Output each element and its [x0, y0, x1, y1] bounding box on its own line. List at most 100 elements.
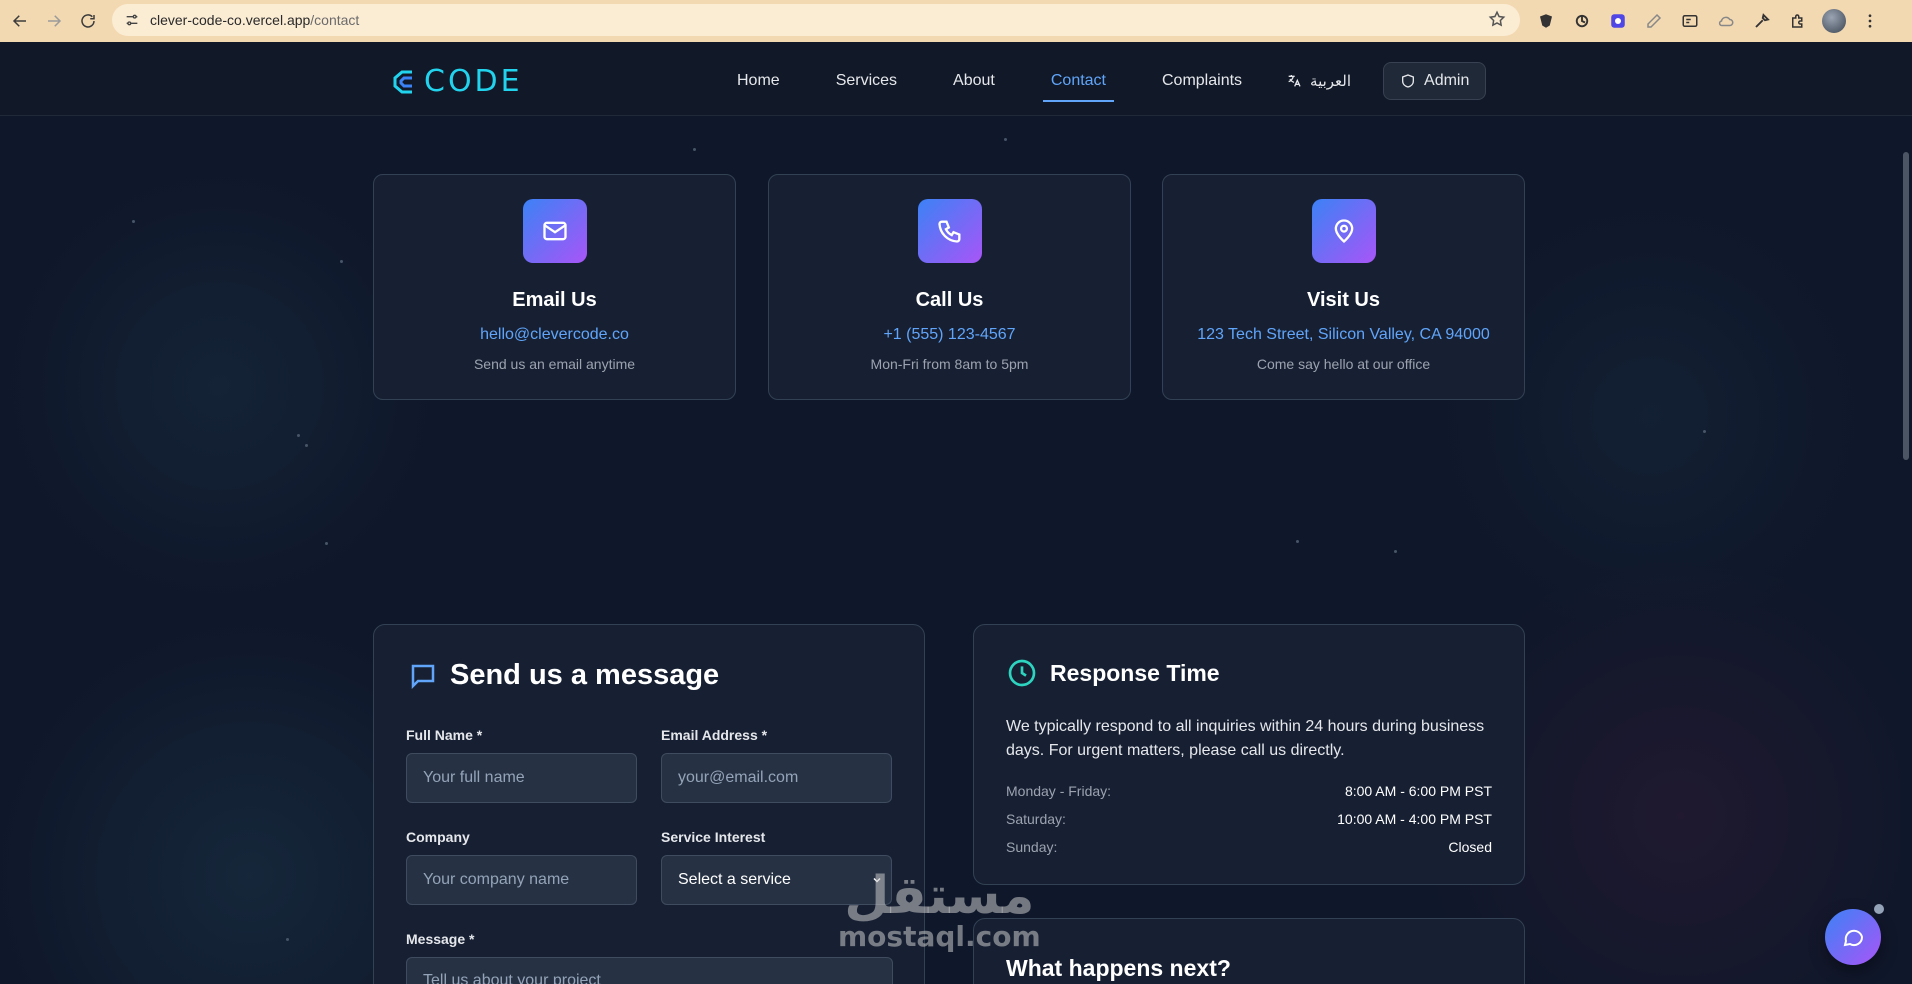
hours-time: Closed [1448, 839, 1492, 855]
email-card: Email Us hello@clevercode.co Send us an … [373, 174, 736, 400]
form-header: Send us a message [408, 659, 719, 692]
phone-card-title: Call Us [915, 289, 984, 311]
address-bar[interactable]: clever-code-co.vercel.app/contact [112, 4, 1520, 36]
hours-day: Monday - Friday: [1006, 783, 1112, 799]
mail-icon [522, 199, 587, 263]
full-name-field: Full Name * Your full name [406, 727, 637, 803]
service-label: Service Interest [661, 829, 766, 845]
star-dot [1703, 430, 1706, 433]
extensions-bar [1534, 6, 1882, 36]
watermark-latin: mostaql.com [838, 920, 1041, 953]
url-text: clever-code-co.vercel.app/contact [150, 12, 359, 28]
main-nav: Home Services About Contact Complaints ا… [725, 62, 1487, 102]
phone-card-subtitle: Mon-Fri from 8am to 5pm [870, 356, 1029, 372]
extensions-puzzle-icon[interactable] [1786, 9, 1810, 33]
star-dot [340, 260, 343, 263]
star-dot [286, 938, 289, 941]
site-header: CODE Home Services About Contact Complai… [0, 42, 1912, 116]
eyedropper-icon[interactable] [1750, 9, 1774, 33]
star-dot [1394, 550, 1397, 553]
email-card-subtitle: Send us an email anytime [473, 356, 636, 372]
company-field: Company Your company name [406, 829, 637, 905]
response-description: We typically respond to all inquiries wi… [1006, 718, 1485, 759]
message-square-icon [411, 664, 435, 689]
response-header: Response Time [1006, 657, 1220, 689]
address-card-title: Visit Us [1307, 289, 1380, 311]
business-hours: Monday - Friday: 8:00 AM - 6:00 PM PST S… [1006, 777, 1492, 861]
company-input[interactable]: Your company name [406, 855, 637, 905]
address-card-subtitle: Come say hello at our office [1256, 356, 1431, 372]
response-time-card: Response Time We typically respond to al… [973, 624, 1525, 885]
phone-icon [917, 199, 982, 263]
browser-menu-icon[interactable] [1858, 9, 1882, 33]
bookmark-star-icon[interactable] [1488, 10, 1508, 30]
extension-1-icon[interactable] [1534, 9, 1558, 33]
message-label: Message * [406, 931, 475, 947]
service-selected-value: Select a service [678, 871, 791, 888]
message-textarea[interactable]: Tell us about your project [406, 957, 893, 984]
form-title: Send us a message [450, 659, 720, 691]
back-arrow-icon[interactable] [6, 7, 34, 35]
address-link[interactable]: 123 Tech Street, Silicon Valley, CA 9400… [1163, 326, 1524, 344]
full-name-label: Full Name * [406, 727, 483, 743]
email-input[interactable]: your@email.com [661, 753, 892, 803]
forward-arrow-icon[interactable] [40, 7, 68, 35]
browser-toolbar: clever-code-co.vercel.app/contact [0, 0, 1912, 42]
nav-contact[interactable]: Contact [1039, 64, 1118, 102]
extension-edit-icon[interactable] [1642, 9, 1666, 33]
address-card: Visit Us 123 Tech Street, Silicon Valley… [1162, 174, 1525, 400]
map-pin-icon [1311, 199, 1376, 263]
star-dot [325, 542, 328, 545]
hours-time: 8:00 AM - 6:00 PM PST [1344, 783, 1492, 799]
extension-blue-icon[interactable] [1606, 9, 1630, 33]
extension-sync-icon[interactable] [1570, 9, 1594, 33]
extension-cloud-icon[interactable] [1714, 9, 1738, 33]
clock-icon [1008, 659, 1036, 687]
shield-icon [1402, 74, 1415, 88]
hours-time: 10:00 AM - 4:00 PM PST [1337, 811, 1492, 827]
hours-row: Sunday: Closed [1006, 833, 1492, 861]
star-dot [305, 444, 308, 447]
scrollbar-thumb[interactable] [1903, 152, 1909, 460]
admin-label: Admin [1424, 72, 1470, 89]
language-toggle[interactable]: العربية [1286, 72, 1351, 90]
star-dot [1296, 540, 1299, 543]
phone-card: Call Us +1 (555) 123-4567 Mon-Fri from 8… [768, 174, 1131, 400]
nav-about[interactable]: About [941, 64, 1007, 98]
admin-button[interactable]: Admin [1383, 62, 1487, 100]
reload-icon[interactable] [74, 7, 102, 35]
email-link[interactable]: hello@clevercode.co [374, 326, 735, 344]
logo-mark-icon [393, 70, 412, 93]
profile-avatar[interactable] [1822, 9, 1846, 33]
response-title: Response Time [1050, 659, 1220, 686]
chat-button[interactable] [1825, 909, 1881, 965]
company-label: Company [406, 829, 470, 845]
watermark: مستقل mostaql.com [838, 868, 1041, 953]
page-scrollbar[interactable] [1900, 116, 1912, 984]
nav-services[interactable]: Services [824, 64, 909, 98]
star-dot [297, 434, 300, 437]
hours-day: Sunday: [1006, 839, 1058, 855]
extension-card-icon[interactable] [1678, 9, 1702, 33]
email-card-title: Email Us [512, 289, 597, 311]
logo-text: CODE [424, 64, 523, 99]
watermark-arabic: مستقل [844, 866, 1035, 926]
next-steps-card: What happens next? [973, 918, 1525, 984]
email-field: Email Address * your@email.com [661, 727, 892, 803]
nav-home[interactable]: Home [725, 64, 792, 98]
star-dot [693, 148, 696, 151]
email-label: Email Address * [661, 727, 768, 743]
message-field: Message * Tell us about your project [406, 931, 893, 984]
language-label: العربية [1310, 73, 1352, 90]
site-logo[interactable]: CODE [390, 64, 523, 99]
hours-row: Saturday: 10:00 AM - 4:00 PM PST [1006, 805, 1492, 833]
next-steps-title: What happens next? [1006, 955, 1231, 981]
translate-icon [1288, 75, 1301, 87]
full-name-input[interactable]: Your full name [406, 753, 637, 803]
star-dot [132, 220, 135, 223]
hours-day: Saturday: [1006, 811, 1066, 827]
url-host: clever-code-co.vercel.app [150, 12, 311, 28]
site-settings-icon[interactable] [122, 10, 142, 30]
phone-link[interactable]: +1 (555) 123-4567 [769, 326, 1130, 344]
nav-complaints[interactable]: Complaints [1150, 64, 1254, 98]
